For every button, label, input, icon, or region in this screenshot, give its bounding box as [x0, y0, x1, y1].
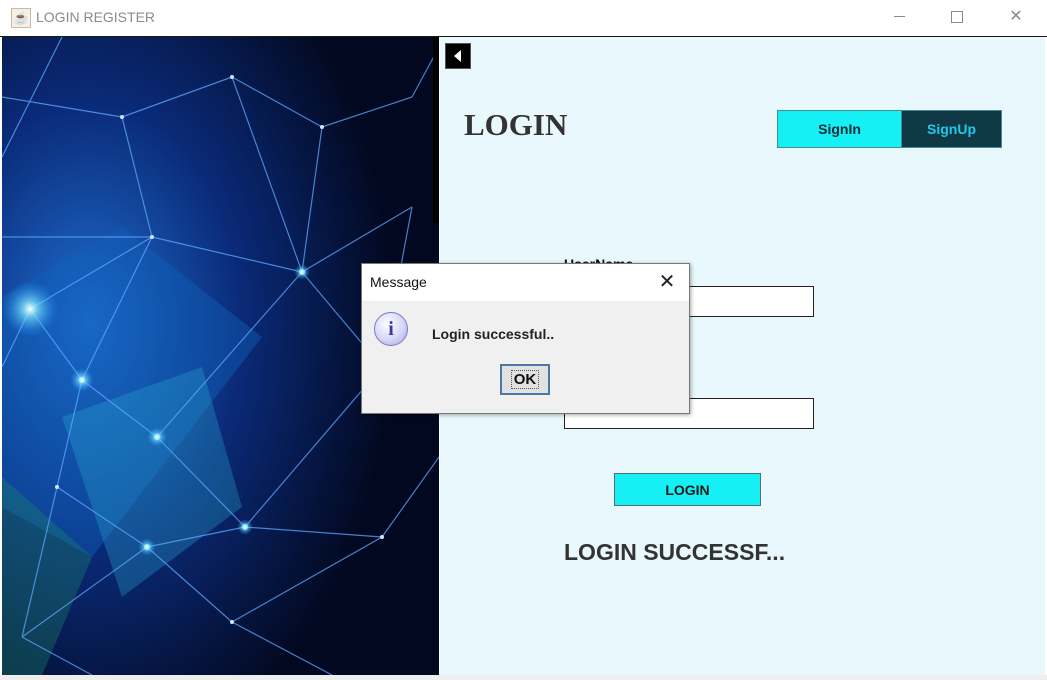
back-button[interactable]	[445, 43, 471, 69]
dialog-title: Message	[370, 274, 427, 290]
close-button[interactable]: ✕	[993, 0, 1039, 34]
java-coffee-icon: ☕	[11, 8, 31, 28]
panel-divider	[433, 37, 439, 223]
dialog-close-button[interactable]: ✕	[655, 271, 679, 295]
back-arrow-icon	[454, 50, 461, 62]
window-bottom-edge	[0, 675, 1047, 680]
ok-button[interactable]: OK	[500, 364, 550, 395]
title-bar: ☕ LOGIN REGISTER ✕	[0, 0, 1047, 37]
message-dialog: Message ✕ i Login successful.. OK	[361, 263, 690, 414]
maximize-icon	[951, 10, 963, 23]
login-status: LOGIN SUCCESSF...	[564, 539, 786, 565]
minimize-icon	[893, 16, 905, 18]
minimize-button[interactable]	[876, 0, 922, 34]
dialog-title-bar: Message ✕	[362, 264, 689, 301]
window-title: LOGIN REGISTER	[36, 9, 156, 25]
close-icon: ✕	[658, 271, 676, 293]
info-icon: i	[374, 312, 408, 346]
maximize-button[interactable]	[934, 0, 980, 34]
login-button[interactable]: LOGIN	[614, 473, 761, 506]
page-title: LOGIN	[464, 107, 568, 142]
close-icon: ✕	[1009, 8, 1023, 25]
tab-signin[interactable]: SignIn	[777, 110, 902, 148]
ok-button-label: OK	[510, 370, 540, 389]
dialog-message: Login successful..	[432, 326, 555, 342]
tab-signup[interactable]: SignUp	[901, 110, 1002, 148]
